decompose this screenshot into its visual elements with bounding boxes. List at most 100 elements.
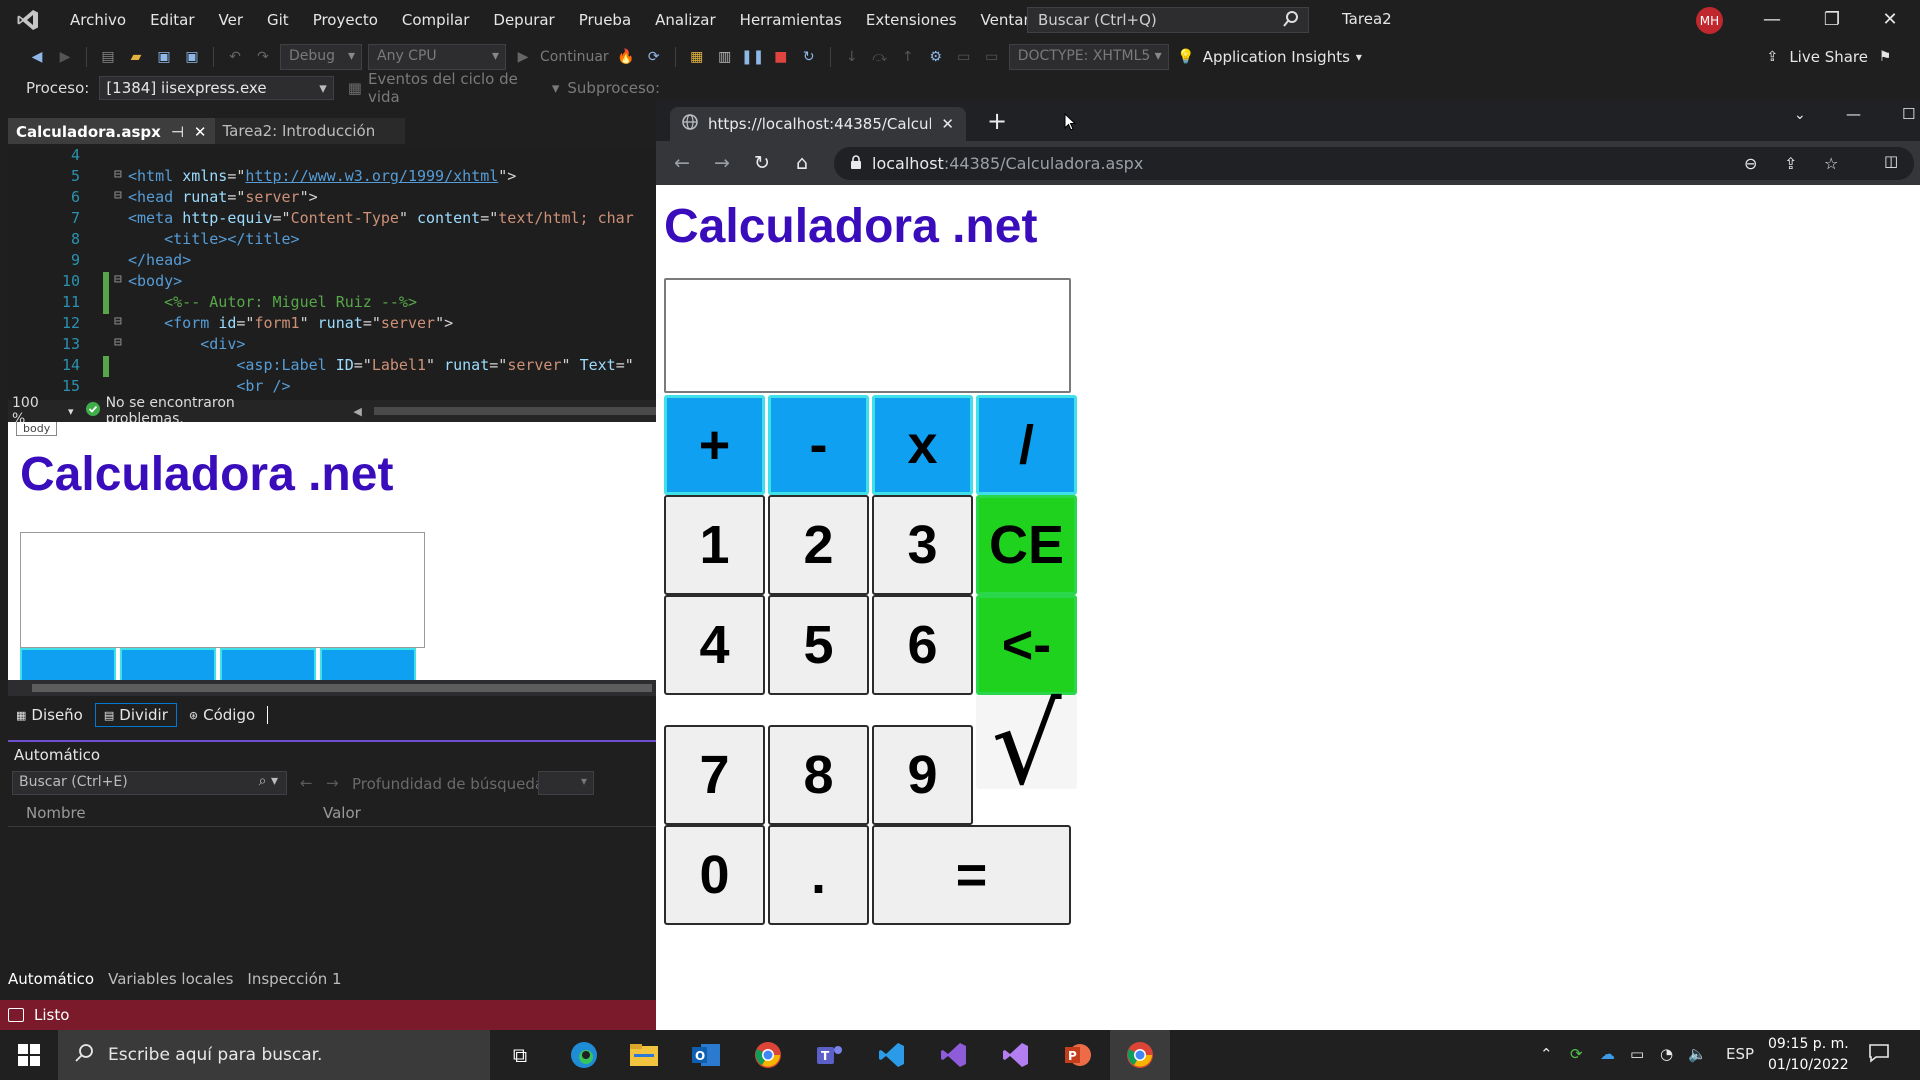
language-indicator[interactable]: ESP: [1726, 1045, 1754, 1063]
code-line[interactable]: 12 ⊟ <form id="form1" runat="server">: [8, 314, 656, 335]
bookmark-star-icon[interactable]: ☆: [1824, 154, 1838, 173]
digit-5-button[interactable]: 5: [768, 595, 869, 695]
doctype-dropdown[interactable]: DOCTYPE: XHTML5: [1008, 44, 1169, 70]
visual-studio-preview-icon[interactable]: [986, 1030, 1046, 1080]
col-value-header[interactable]: Valor: [323, 804, 361, 822]
vs-search-input[interactable]: Buscar (Ctrl+Q): [1027, 7, 1309, 33]
diagnostics-icon[interactable]: ⚙: [925, 46, 947, 68]
scroll-thumb[interactable]: [32, 684, 652, 692]
menu-extensiones[interactable]: Extensiones: [854, 0, 969, 40]
divide-button[interactable]: /: [976, 395, 1077, 495]
designer-button[interactable]: [220, 648, 316, 680]
code-line[interactable]: 7 <meta http-equiv="Content-Type" content…: [8, 209, 656, 230]
digit-0-button[interactable]: 0: [664, 825, 765, 925]
stop-icon[interactable]: ■: [770, 46, 792, 68]
browser-link-icon[interactable]: ▦: [686, 46, 708, 68]
tab-search-icon[interactable]: ⌄: [1794, 107, 1806, 123]
forward-arrow-icon[interactable]: →: [326, 774, 339, 792]
pause-icon[interactable]: ❚❚: [741, 46, 764, 68]
reload-icon[interactable]: ↻: [750, 151, 774, 175]
designer-display-box[interactable]: [20, 532, 425, 648]
continue-icon[interactable]: ▶: [512, 46, 534, 68]
editor-hscrollbar[interactable]: [373, 407, 656, 415]
code-line[interactable]: 14 <asp:Label ID="Label1" runat="server"…: [8, 356, 656, 377]
digit-6-button[interactable]: 6: [872, 595, 973, 695]
close-tab-icon[interactable]: ✕: [941, 115, 954, 133]
chevron-down-icon[interactable]: ▾: [68, 405, 74, 418]
restart-icon[interactable]: ↻: [798, 46, 820, 68]
file-explorer-icon[interactable]: [614, 1030, 674, 1080]
uncomment-icon[interactable]: ▭: [981, 46, 1003, 68]
browser-tab[interactable]: https://localhost:44385/Calculadora.aspx…: [670, 107, 966, 141]
code-line[interactable]: 4: [8, 146, 656, 167]
feedback-icon[interactable]: ⚑: [1874, 46, 1896, 68]
windows-start-icon[interactable]: [18, 1044, 40, 1066]
chrome-active-icon[interactable]: [1110, 1030, 1170, 1080]
col-name-header[interactable]: Nombre: [26, 804, 86, 822]
visual-studio-logo-icon[interactable]: [12, 4, 44, 36]
equals-button[interactable]: =: [872, 825, 1071, 925]
redo-icon[interactable]: ↷: [252, 46, 274, 68]
layout-icon[interactable]: ▥: [714, 46, 736, 68]
undo-icon[interactable]: ↶: [224, 46, 246, 68]
system-clock[interactable]: 09:15 p. m. 01/10/2022: [1768, 1034, 1849, 1076]
live-share-button[interactable]: Live Share: [1789, 48, 1868, 66]
chrome-icon[interactable]: [738, 1030, 798, 1080]
live-share-icon[interactable]: ⇪: [1761, 46, 1783, 68]
designer-hscrollbar[interactable]: [8, 680, 656, 696]
digit-8-button[interactable]: 8: [768, 725, 869, 825]
step-over-icon[interactable]: ⤼: [869, 46, 891, 68]
comment-icon[interactable]: ▭: [953, 46, 975, 68]
code-line[interactable]: 13 ⊟ <div>: [8, 335, 656, 356]
design-view[interactable]: body Calculadora .net: [8, 422, 656, 680]
continue-button[interactable]: Continuar: [540, 49, 609, 65]
designer-button[interactable]: [20, 648, 116, 680]
design-view-button[interactable]: ▦ Diseño: [8, 704, 91, 726]
tab-calculadora-aspx[interactable]: Calculadora.aspx ⊣ ✕: [8, 118, 215, 144]
forward-nav-icon[interactable]: ▶: [54, 46, 76, 68]
edge-icon[interactable]: [554, 1030, 614, 1080]
designer-button[interactable]: [320, 648, 416, 680]
calculator-display[interactable]: [664, 278, 1071, 393]
browser-minimize-icon[interactable]: —: [1846, 105, 1861, 123]
back-icon[interactable]: ←: [670, 151, 694, 175]
code-line[interactable]: 8 <title></title>: [8, 230, 656, 251]
search-depth-dropdown[interactable]: ▾: [538, 771, 594, 795]
back-arrow-icon[interactable]: ←: [300, 774, 313, 792]
powerpoint-icon[interactable]: P: [1048, 1030, 1108, 1080]
tab-automatico[interactable]: Automático: [8, 970, 94, 988]
code-line[interactable]: 9 </head>: [8, 251, 656, 272]
square-root-button[interactable]: √: [976, 690, 1077, 800]
pin-icon[interactable]: ⊣: [171, 123, 184, 141]
chevron-up-icon[interactable]: ⌃: [1540, 1045, 1553, 1063]
autos-search-input[interactable]: Buscar (Ctrl+E) ⌕ ▾: [12, 771, 287, 795]
share-icon[interactable]: ⇪: [1784, 154, 1797, 173]
notifications-icon[interactable]: [1868, 1043, 1890, 1067]
code-view-button[interactable]: ⊛ Código: [181, 704, 263, 726]
digit-7-button[interactable]: 7: [664, 725, 765, 825]
menu-proyecto[interactable]: Proyecto: [301, 0, 390, 40]
code-line[interactable]: 11 <%-- Autor: Miguel Ruiz --%>: [8, 293, 656, 314]
application-insights-button[interactable]: Application Insights: [1203, 48, 1350, 66]
task-view-icon[interactable]: ⧉: [490, 1030, 550, 1080]
close-tab-icon[interactable]: ✕: [194, 123, 207, 141]
volume-icon[interactable]: 🔈: [1688, 1045, 1707, 1063]
browser-maximize-icon[interactable]: ☐: [1902, 105, 1915, 123]
digit-9-button[interactable]: 9: [872, 725, 973, 825]
backspace-button[interactable]: <-: [976, 595, 1077, 695]
side-panel-icon[interactable]: ◫: [1884, 152, 1898, 170]
menu-analizar[interactable]: Analizar: [643, 0, 728, 40]
zoom-icon[interactable]: ⊖: [1744, 154, 1757, 173]
taskbar-search-input[interactable]: Escribe aquí para buscar.: [58, 1030, 490, 1080]
code-line[interactable]: 5 ⊟ <html xmlns="http://www.w3.org/1999/xh…: [8, 167, 656, 188]
teams-icon[interactable]: T: [800, 1030, 860, 1080]
menu-git[interactable]: Git: [255, 0, 301, 40]
code-editor[interactable]: 4 5 ⊟ <html xmlns="http://www.w3.org/1999/x…: [8, 146, 656, 399]
platform-dropdown[interactable]: Any CPU: [368, 44, 506, 70]
outlook-icon[interactable]: O: [676, 1030, 736, 1080]
fold-toggle-icon[interactable]: ⊟: [114, 272, 122, 287]
menu-ver[interactable]: Ver: [207, 0, 256, 40]
fold-toggle-icon[interactable]: ⊟: [114, 167, 122, 182]
process-dropdown[interactable]: [1384] iisexpress.exe: [99, 76, 334, 100]
tab-variables-locales[interactable]: Variables locales: [108, 970, 233, 988]
